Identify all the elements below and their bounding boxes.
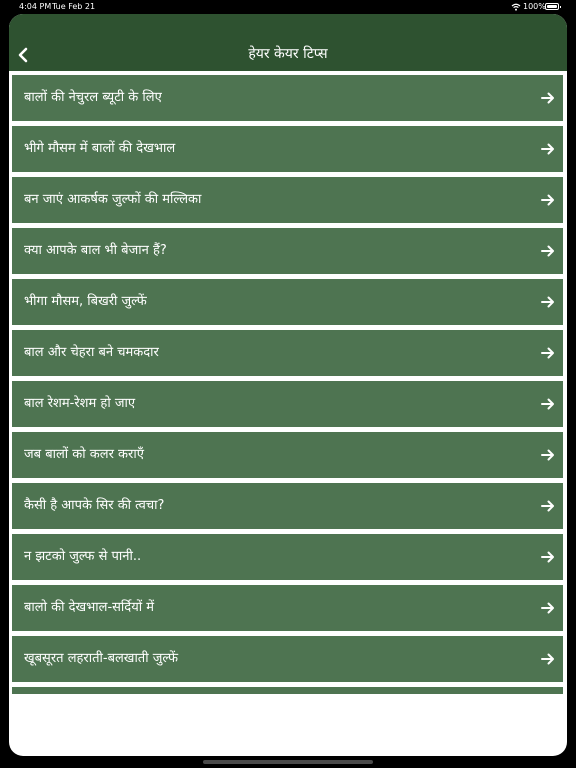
list-item[interactable]: खूबसूरत लहराती-बलखाती जुल्फें <box>12 636 563 682</box>
arrow-right-icon <box>541 296 554 308</box>
list-item[interactable]: बाल रेशम-रेशम हो जाए <box>12 381 563 427</box>
list-item-label: खूबसूरत लहराती-बलखाती जुल्फें <box>24 651 178 666</box>
status-date: Tue Feb 21 <box>52 2 96 11</box>
list-item-label: भीगे मौसम में बालों की देखभाल <box>24 141 176 156</box>
arrow-right-icon <box>541 602 554 614</box>
arrow-right-icon <box>541 245 554 257</box>
list-item-label: जब बालों को कलर कराएँ <box>24 447 144 462</box>
list-item[interactable]: कैसी है आपके सिर की त्वचा? <box>12 483 563 529</box>
list-item[interactable]: बाल और चेहरा बने चमकदार <box>12 330 563 376</box>
status-bar: 4:04 PM Tue Feb 21 100% <box>0 0 576 14</box>
list-item-label: बालों की नेचुरल ब्यूटी के लिए <box>24 90 162 105</box>
arrow-right-icon <box>541 398 554 410</box>
arrow-right-icon <box>541 92 554 104</box>
list-item-label: भीगा मौसम, बिखरी जुल्फें <box>24 294 147 309</box>
arrow-right-icon <box>541 143 554 155</box>
battery-icon <box>545 3 561 10</box>
arrow-right-icon <box>541 551 554 563</box>
nav-bar: हेयर केयर टिप्स <box>9 14 567 71</box>
list-item-label: बाल रेशम-रेशम हो जाए <box>24 396 136 411</box>
battery-percent: 100% <box>523 2 546 11</box>
page-title: हेयर केयर टिप्स <box>248 46 328 62</box>
list-item[interactable]: न झटको जुल्फ से पानी.. <box>12 534 563 580</box>
list-item-label: बन जाएं आकर्षक जुल्फों की मल्लिका <box>24 192 202 207</box>
tips-list[interactable]: बालों की नेचुरल ब्यूटी के लिए भीगे मौसम म… <box>12 75 563 694</box>
list-item[interactable] <box>12 687 563 694</box>
app-window: हेयर केयर टिप्स बालों की नेचुरल ब्यूटी क… <box>9 14 567 756</box>
list-item-label: बालो की देखभाल-सर्दियों में <box>24 600 155 615</box>
list-item[interactable]: बालो की देखभाल-सर्दियों में <box>12 585 563 631</box>
arrow-right-icon <box>541 347 554 359</box>
arrow-right-icon <box>541 449 554 461</box>
status-time: 4:04 PM <box>19 2 52 11</box>
list-item[interactable]: बालों की नेचुरल ब्यूटी के लिए <box>12 75 563 121</box>
list-item[interactable]: बन जाएं आकर्षक जुल्फों की मल्लिका <box>12 177 563 223</box>
list-item[interactable]: क्या आपके बाल भी बेजान हैं? <box>12 228 563 274</box>
list-item[interactable]: भीगे मौसम में बालों की देखभाल <box>12 126 563 172</box>
home-indicator[interactable] <box>203 760 373 764</box>
list-item-label: क्या आपके बाल भी बेजान हैं? <box>24 243 167 258</box>
list-item[interactable]: भीगा मौसम, बिखरी जुल्फें <box>12 279 563 325</box>
wifi-icon <box>511 3 521 11</box>
arrow-right-icon <box>541 194 554 206</box>
list-item-label: न झटको जुल्फ से पानी.. <box>24 549 142 564</box>
arrow-right-icon <box>541 653 554 665</box>
list-item[interactable]: जब बालों को कलर कराएँ <box>12 432 563 478</box>
list-item-label: कैसी है आपके सिर की त्वचा? <box>24 498 165 513</box>
list-item-label: बाल और चेहरा बने चमकदार <box>24 345 159 360</box>
arrow-right-icon <box>541 500 554 512</box>
